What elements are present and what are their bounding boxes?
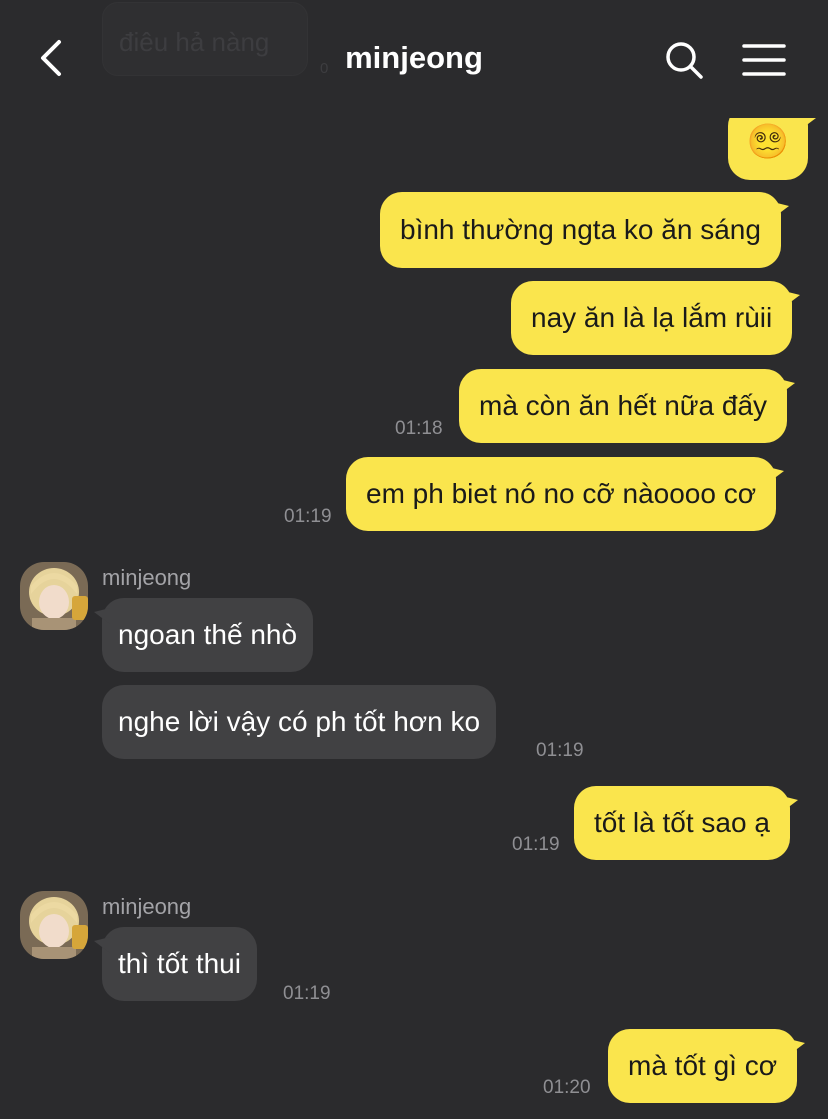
message-text: mà còn ăn hết nữa đấy bbox=[479, 390, 768, 421]
message-text: thì tốt thui bbox=[118, 948, 241, 979]
message-bubble-outgoing[interactable]: nay ăn là lạ lắm rùii bbox=[511, 281, 801, 355]
message-timestamp: 01:20 bbox=[543, 1077, 591, 1098]
avatar[interactable] bbox=[20, 891, 88, 959]
sender-name: minjeong bbox=[102, 894, 192, 919]
message-bubble-incoming[interactable]: nghe lời vậy có ph tốt hơn ko bbox=[102, 685, 497, 759]
chat-header: điêu hả nàng 0 minjeong bbox=[0, 0, 828, 118]
sender-name: minjeong bbox=[102, 565, 192, 590]
search-icon bbox=[666, 42, 703, 79]
message-text: tốt là tốt sao ạ bbox=[594, 807, 770, 838]
chat-title: minjeong bbox=[345, 40, 483, 75]
message-text: bình thường ngta ko ăn sáng bbox=[400, 214, 761, 245]
message-timestamp: 01:19 bbox=[512, 834, 560, 855]
message-text: em ph biet nó no cỡ nàoooo cơ bbox=[366, 478, 757, 509]
message-bubble-outgoing[interactable]: mà tốt gì cơ bbox=[608, 1029, 806, 1103]
message-bubble-incoming[interactable]: ngoan thế nhò bbox=[93, 598, 314, 672]
message-text: nghe lời vậy có ph tốt hơn ko bbox=[118, 706, 481, 737]
message-timestamp: 01:18 bbox=[395, 418, 443, 439]
message-bubble-outgoing[interactable]: bình thường ngta ko ăn sáng bbox=[380, 192, 789, 268]
chevron-left-icon bbox=[41, 40, 61, 76]
avatar-image bbox=[20, 891, 88, 959]
message-text: nay ăn là lạ lắm rùii bbox=[531, 302, 773, 333]
message-timestamp: 01:19 bbox=[536, 740, 584, 761]
message-bubble-incoming[interactable]: thì tốt thui bbox=[94, 927, 257, 1001]
message-bubble-outgoing[interactable]: tốt là tốt sao ạ bbox=[574, 786, 798, 860]
search-button[interactable] bbox=[662, 38, 706, 82]
message-text: ngoan thế nhò bbox=[118, 619, 298, 650]
message-bubble-outgoing[interactable]: mà còn ăn hết nữa đấy bbox=[459, 369, 796, 443]
avatar[interactable] bbox=[20, 562, 88, 630]
message-emoji: 😵‍💫 bbox=[746, 123, 790, 161]
message-text: mà tốt gì cơ bbox=[628, 1050, 778, 1081]
avatar-image bbox=[20, 562, 88, 630]
message-bubble-outgoing[interactable]: em ph biet nó no cỡ nàoooo cơ bbox=[346, 457, 785, 531]
scrolled-message-text: điêu hả nàng bbox=[119, 27, 270, 57]
back-button[interactable] bbox=[30, 36, 74, 80]
message-timestamp: 01:19 bbox=[284, 506, 332, 527]
hamburger-menu-icon bbox=[742, 44, 786, 76]
menu-button[interactable] bbox=[740, 40, 788, 80]
message-timestamp: 01:19 bbox=[283, 983, 331, 1004]
